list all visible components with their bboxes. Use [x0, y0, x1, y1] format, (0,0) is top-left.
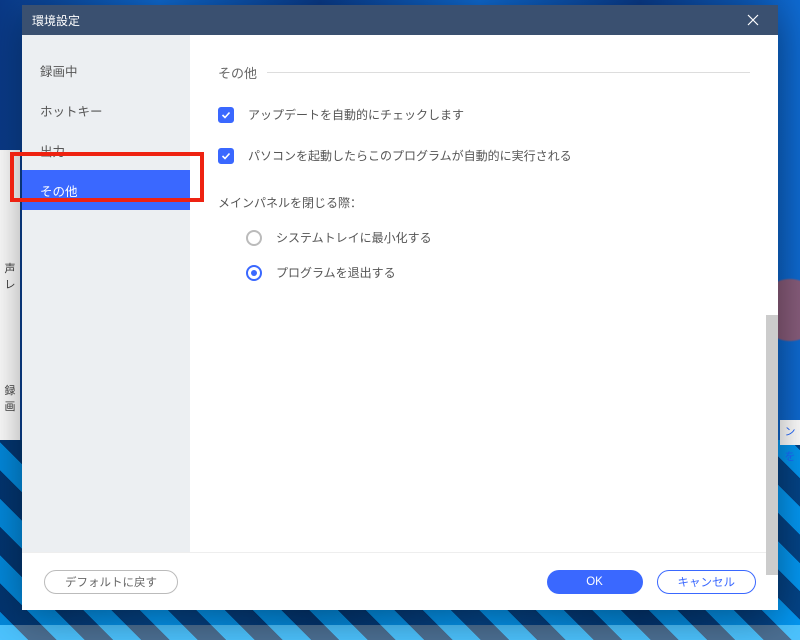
close-button[interactable] — [738, 5, 768, 35]
button-label: キャンセル — [678, 574, 736, 590]
button-label: デフォルトに戻す — [65, 574, 157, 590]
divider — [267, 72, 750, 73]
bg-text: 声レ — [0, 260, 20, 292]
sidebar-item-recording[interactable]: 録画中 — [22, 50, 190, 90]
check-icon — [221, 151, 231, 161]
sidebar-item-label: 録画中 — [40, 61, 78, 80]
button-label: OK — [586, 576, 603, 588]
sidebar-item-label: その他 — [40, 181, 78, 200]
radio-label: プログラムを退出する — [276, 264, 396, 281]
checkbox-auto-update[interactable] — [218, 107, 234, 123]
sidebar: 録画中 ホットキー 出力 その他 — [22, 35, 190, 552]
ok-button[interactable]: OK — [547, 570, 643, 594]
sidebar-item-output[interactable]: 出力 — [22, 130, 190, 170]
close-icon — [747, 14, 759, 26]
checkbox-label: パソコンを起動したらこのプログラムが自動的に実行される — [248, 147, 572, 164]
checkbox-launch-on-boot[interactable] — [218, 148, 234, 164]
radio-minimize-to-tray[interactable] — [246, 230, 262, 246]
close-behavior-heading: メインパネルを閉じる際： — [218, 194, 750, 211]
settings-panel-other: その他 アップデートを自動的にチェックします パソコンを起動したらこのプログラム… — [190, 35, 778, 552]
bg-right-fragment: ンを — [780, 420, 800, 445]
radio-label: システムトレイに最小化する — [276, 229, 432, 246]
check-icon — [221, 110, 231, 120]
sidebar-item-other[interactable]: その他 — [22, 170, 190, 210]
cancel-button[interactable]: キャンセル — [657, 570, 757, 594]
bg-left-fragment: 声レ 録画 — [0, 150, 20, 440]
checkbox-label: アップデートを自動的にチェックします — [248, 106, 464, 123]
radio-exit-program[interactable] — [246, 265, 262, 281]
section-heading: その他 — [218, 63, 257, 82]
sidebar-item-label: ホットキー — [40, 101, 103, 120]
sidebar-item-hotkey[interactable]: ホットキー — [22, 90, 190, 130]
dialog-footer: デフォルトに戻す OK キャンセル — [22, 552, 778, 610]
settings-dialog: 環境設定 録画中 ホットキー 出力 その他 その他 アップデートを自動的にチェッ… — [22, 5, 778, 610]
dialog-title: 環境設定 — [32, 12, 80, 29]
sidebar-item-label: 出力 — [40, 141, 65, 160]
bg-text: 録画 — [0, 382, 20, 414]
reset-defaults-button[interactable]: デフォルトに戻す — [44, 570, 178, 594]
scrollbar[interactable] — [766, 315, 778, 575]
titlebar: 環境設定 — [22, 5, 778, 35]
